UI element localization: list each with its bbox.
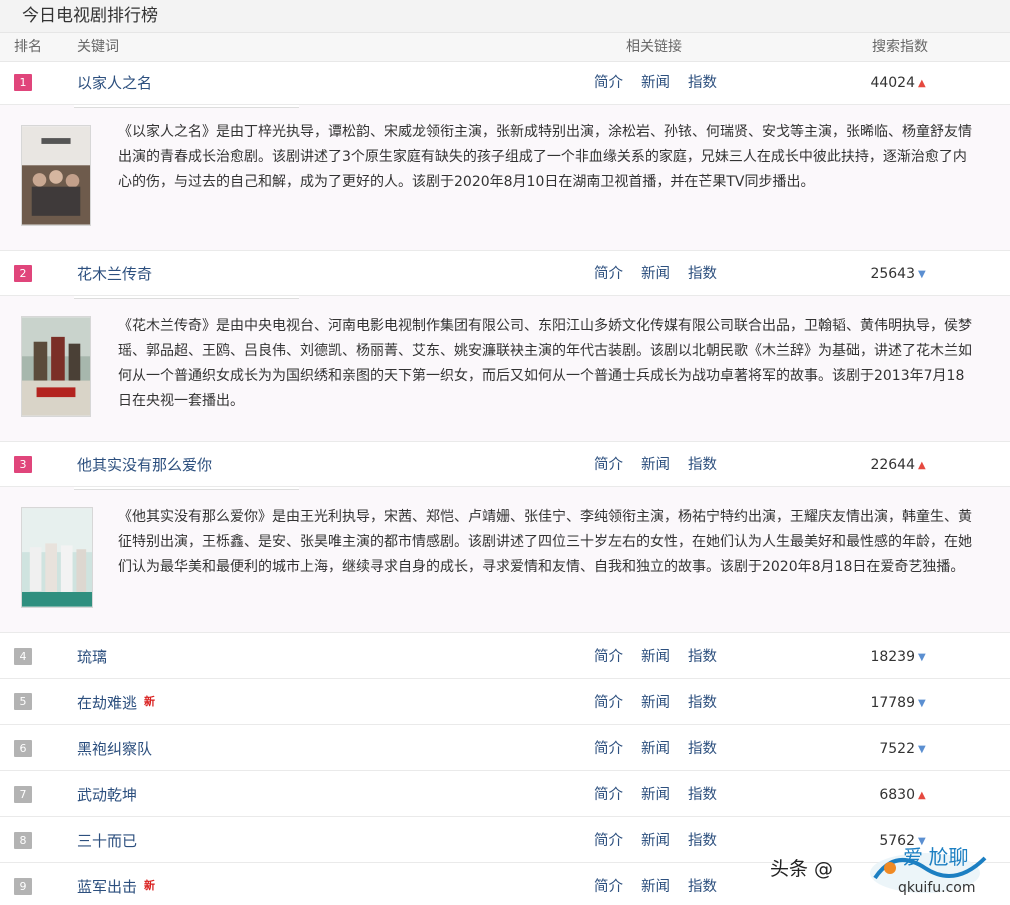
intro-link[interactable]: 简介 (594, 455, 623, 475)
index-link[interactable]: 指数 (688, 693, 717, 713)
poster-image[interactable] (21, 125, 91, 226)
rank-badge: 3 (14, 456, 32, 473)
news-link[interactable]: 新闻 (641, 647, 670, 667)
news-link[interactable]: 新闻 (641, 739, 670, 759)
intro-link[interactable]: 简介 (594, 831, 623, 851)
header-index: 搜索指数 (872, 39, 928, 55)
index-link[interactable]: 指数 (688, 831, 717, 851)
rank-badge: 1 (14, 74, 32, 91)
table-row: 4 琉璃 简介 新闻 指数 18239 ▼ (0, 633, 1010, 679)
rank-badge: 5 (14, 693, 32, 710)
page-title-bar: 今日电视剧排行榜 (0, 0, 1010, 33)
arrow-up-icon: ▲ (918, 790, 926, 801)
arrow-down-icon: ▼ (918, 269, 926, 280)
table-row: 8 三十而已 简介 新闻 指数 5762 ▼ (0, 817, 1010, 863)
tab-notch (74, 487, 299, 490)
keyword-link[interactable]: 以家人之名 (77, 73, 152, 93)
header-keyword: 关键词 (77, 39, 119, 55)
new-badge: 新 (144, 879, 155, 892)
news-link[interactable]: 新闻 (641, 877, 670, 897)
index-link[interactable]: 指数 (688, 647, 717, 667)
header-links: 相关链接 (626, 39, 682, 55)
table-row: 5 在劫难逃 新 简介 新闻 指数 17789 ▼ (0, 679, 1010, 725)
arrow-down-icon: ▼ (918, 698, 926, 709)
search-index-value: 6830 (879, 787, 915, 803)
keyword-link[interactable]: 琉璃 (77, 647, 107, 667)
arrow-up-icon: ▲ (918, 460, 926, 471)
intro-link[interactable]: 简介 (594, 739, 623, 759)
description-text: 《花木兰传奇》是由中央电视台、河南电影电视制作集团有限公司、东阳江山多娇文化传媒… (118, 318, 972, 409)
rank-badge: 8 (14, 832, 32, 849)
tab-notch (74, 296, 299, 299)
news-link[interactable]: 新闻 (641, 73, 670, 93)
news-link[interactable]: 新闻 (641, 693, 670, 713)
table-row: 3 他其实没有那么爱你 简介 新闻 指数 22644 ▲ (0, 442, 1010, 487)
search-index-value: 7522 (879, 741, 915, 757)
intro-link[interactable]: 简介 (594, 73, 623, 93)
poster-art (22, 317, 90, 416)
rank-badge: 7 (14, 786, 32, 803)
search-index-value: 25643 (870, 266, 915, 282)
poster-art (22, 126, 90, 225)
intro-link[interactable]: 简介 (594, 264, 623, 284)
watermark-site: qkuifu.com (898, 880, 976, 896)
detail-panel: 《他其实没有那么爱你》是由王光利执导，宋茜、郑恺、卢靖姗、张佳宁、李纯领衔主演，… (0, 487, 1010, 633)
tab-notch (74, 105, 299, 108)
search-index-value: 22644 (870, 457, 915, 473)
table-header: 排名 关键词 相关链接 搜索指数 (0, 33, 1010, 62)
description-text: 《以家人之名》是由丁梓光执导，谭松韵、宋威龙领衔主演，张新成特别出演，涂松岩、孙… (118, 124, 972, 190)
keyword-link[interactable]: 黑袍纠察队 (77, 739, 152, 759)
intro-link[interactable]: 简介 (594, 647, 623, 667)
header-rank: 排名 (14, 39, 42, 55)
keyword-link[interactable]: 蓝军出击 (77, 877, 137, 897)
intro-link[interactable]: 简介 (594, 785, 623, 805)
table-row: 7 武动乾坤 简介 新闻 指数 6830 ▲ (0, 771, 1010, 817)
intro-link[interactable]: 简介 (594, 877, 623, 897)
arrow-up-icon: ▲ (918, 78, 926, 89)
rank-badge: 9 (14, 878, 32, 895)
table-row: 6 黑袍纠察队 简介 新闻 指数 7522 ▼ (0, 725, 1010, 771)
poster-art (22, 508, 92, 607)
keyword-link[interactable]: 在劫难逃 (77, 693, 137, 713)
intro-link[interactable]: 简介 (594, 693, 623, 713)
detail-panel: 《花木兰传奇》是由中央电视台、河南电影电视制作集团有限公司、东阳江山多娇文化传媒… (0, 296, 1010, 442)
detail-panel: 《以家人之名》是由丁梓光执导，谭松韵、宋威龙领衔主演，张新成特别出演，涂松岩、孙… (0, 105, 1010, 251)
search-index-value: 17789 (870, 695, 915, 711)
index-link[interactable]: 指数 (688, 739, 717, 759)
poster-image[interactable] (21, 507, 93, 608)
index-link[interactable]: 指数 (688, 264, 717, 284)
index-link[interactable]: 指数 (688, 785, 717, 805)
svg-text:爱 尬聊: 爱 尬聊 (903, 846, 969, 869)
keyword-link[interactable]: 三十而已 (77, 831, 137, 851)
poster-image[interactable] (21, 316, 91, 417)
watermark-text: 头条 @ (770, 858, 834, 880)
arrow-down-icon: ▼ (918, 652, 926, 663)
index-link[interactable]: 指数 (688, 73, 717, 93)
rank-badge: 6 (14, 740, 32, 757)
news-link[interactable]: 新闻 (641, 831, 670, 851)
news-link[interactable]: 新闻 (641, 785, 670, 805)
page-title: 今日电视剧排行榜 (22, 6, 158, 26)
index-link[interactable]: 指数 (688, 877, 717, 897)
keyword-link[interactable]: 他其实没有那么爱你 (77, 455, 212, 475)
rank-badge: 4 (14, 648, 32, 665)
index-link[interactable]: 指数 (688, 455, 717, 475)
table-row: 2 花木兰传奇 简介 新闻 指数 25643 ▼ (0, 251, 1010, 296)
description-text: 《他其实没有那么爱你》是由王光利执导，宋茜、郑恺、卢靖姗、张佳宁、李纯领衔主演，… (118, 509, 972, 575)
new-badge: 新 (144, 695, 155, 708)
search-index-value: 44024 (870, 75, 915, 91)
keyword-link[interactable]: 武动乾坤 (77, 785, 137, 805)
table-row: 1 以家人之名 简介 新闻 指数 44024 ▲ (0, 62, 1010, 105)
rank-badge: 2 (14, 265, 32, 282)
news-link[interactable]: 新闻 (641, 455, 670, 475)
news-link[interactable]: 新闻 (641, 264, 670, 284)
arrow-down-icon: ▼ (918, 744, 926, 755)
keyword-link[interactable]: 花木兰传奇 (77, 264, 152, 284)
table-row: 9 蓝军出击 新 简介 新闻 指数 (0, 863, 1010, 905)
search-index-value: 18239 (870, 649, 915, 665)
